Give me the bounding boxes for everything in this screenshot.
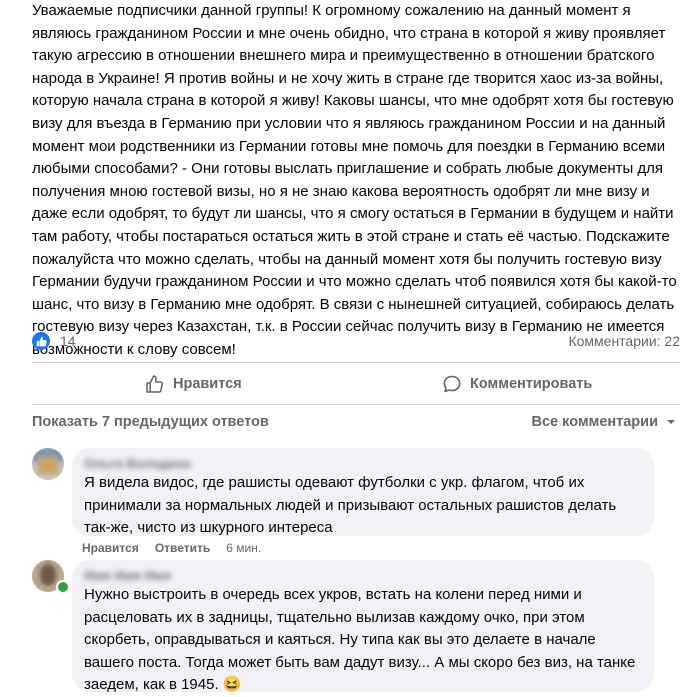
- comment-timestamp[interactable]: 6 мин.: [226, 541, 261, 555]
- comment-bubble: Ольга Володина Я видела видос, где рашис…: [72, 448, 654, 536]
- comment-button-label: Комментировать: [470, 376, 593, 392]
- avatar[interactable]: [32, 448, 64, 480]
- comment-author[interactable]: Ольга Володина: [84, 456, 642, 472]
- like-button[interactable]: Нравится: [145, 370, 242, 398]
- thumbs-up-icon: [146, 375, 164, 393]
- all-comments-dropdown[interactable]: Все комментарии: [532, 414, 679, 430]
- show-previous-replies-link[interactable]: Показать 7 предыдущих ответов: [32, 414, 269, 430]
- post-text: Уважаемые подписчики данной группы! К ог…: [32, 2, 677, 358]
- reactions-row: 14 Комментарии: 22: [32, 332, 680, 352]
- online-status-dot: [56, 580, 70, 594]
- laughing-emoji-icon: 😆: [222, 676, 242, 694]
- comment-author[interactable]: Имя Имя Имя: [84, 568, 642, 584]
- divider: [32, 404, 680, 405]
- chevron-down-icon: [667, 420, 675, 424]
- comment-text: Нужно выстроить в очередь всех укров, вс…: [84, 584, 642, 697]
- comment-button[interactable]: Комментировать: [442, 370, 592, 398]
- all-comments-label: Все комментарии: [531, 414, 659, 430]
- comments-count[interactable]: Комментарии: 22: [568, 333, 680, 349]
- comment-bubble: Имя Имя Имя Нужно выстроить в очередь вс…: [72, 560, 654, 693]
- comment-meta: Нравится Ответить 6 мин.: [82, 541, 261, 555]
- comment-text-body: Нужно выстроить в очередь всех укров, вс…: [84, 586, 636, 694]
- speech-bubble-icon: [443, 375, 461, 393]
- divider: [32, 362, 680, 363]
- comment-reply-link[interactable]: Ответить: [155, 541, 210, 555]
- reaction-count[interactable]: 14: [60, 333, 76, 349]
- comment-text: Я видела видос, где рашисты одевают футб…: [84, 474, 617, 537]
- like-reaction-icon[interactable]: [32, 332, 50, 350]
- like-button-label: Нравится: [173, 376, 242, 392]
- comment-like-link[interactable]: Нравится: [82, 541, 139, 555]
